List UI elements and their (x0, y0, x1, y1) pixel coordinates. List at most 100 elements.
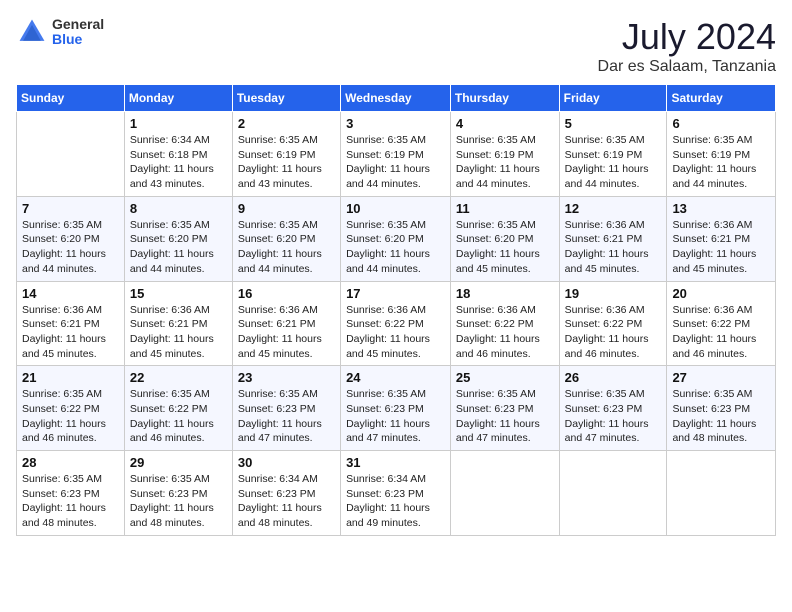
day-info: Sunrise: 6:35 AM Sunset: 6:20 PM Dayligh… (238, 218, 335, 277)
calendar-cell: 27Sunrise: 6:35 AM Sunset: 6:23 PM Dayli… (667, 366, 776, 451)
day-info: Sunrise: 6:35 AM Sunset: 6:20 PM Dayligh… (130, 218, 227, 277)
calendar-week-row: 7 Sunrise: 6:35 AM Sunset: 6:20 PM Daylig… (17, 196, 776, 281)
day-number: 7 (22, 201, 119, 216)
logo-text: General Blue (52, 17, 104, 48)
day-number: 3 (346, 116, 445, 131)
calendar-cell: 3 Sunrise: 6:35 AM Sunset: 6:19 PM Daylig… (341, 112, 451, 197)
calendar-table: SundayMondayTuesdayWednesdayThursdayFrid… (16, 84, 776, 536)
calendar-cell: 8Sunrise: 6:35 AM Sunset: 6:20 PM Daylig… (124, 196, 232, 281)
day-info: Sunrise: 6:36 AM Sunset: 6:21 PM Dayligh… (130, 303, 227, 362)
calendar-cell: 23Sunrise: 6:35 AM Sunset: 6:23 PM Dayli… (232, 366, 340, 451)
calendar-cell: 18 Sunrise: 6:36 AM Sunset: 6:22 PM Dayli… (450, 281, 559, 366)
day-info: Sunrise: 6:35 AM Sunset: 6:19 PM Dayligh… (346, 133, 445, 192)
month-title: July 2024 (598, 16, 776, 58)
day-number: 6 (672, 116, 770, 131)
day-info: Sunrise: 6:35 AM Sunset: 6:22 PM Dayligh… (22, 387, 119, 446)
weekday-header: Friday (559, 85, 667, 112)
calendar-cell: 11Sunrise: 6:35 AM Sunset: 6:20 PM Dayli… (450, 196, 559, 281)
day-number: 1 (130, 116, 227, 131)
calendar-cell: 13 Sunrise: 6:36 AM Sunset: 6:21 PM Dayli… (667, 196, 776, 281)
day-number: 28 (22, 455, 119, 470)
calendar-cell: 7 Sunrise: 6:35 AM Sunset: 6:20 PM Daylig… (17, 196, 125, 281)
day-info: Sunrise: 6:35 AM Sunset: 6:19 PM Dayligh… (672, 133, 770, 192)
weekday-header: Sunday (17, 85, 125, 112)
weekday-header: Thursday (450, 85, 559, 112)
day-number: 20 (672, 286, 770, 301)
day-info: Sunrise: 6:35 AM Sunset: 6:22 PM Dayligh… (130, 387, 227, 446)
calendar-cell (559, 451, 667, 536)
weekday-header: Saturday (667, 85, 776, 112)
calendar-cell: 4 Sunrise: 6:35 AM Sunset: 6:19 PM Daylig… (450, 112, 559, 197)
calendar-week-row: 14 Sunrise: 6:36 AM Sunset: 6:21 PM Dayli… (17, 281, 776, 366)
calendar-cell: 14 Sunrise: 6:36 AM Sunset: 6:21 PM Dayli… (17, 281, 125, 366)
calendar-week-row: 28 Sunrise: 6:35 AM Sunset: 6:23 PM Dayli… (17, 451, 776, 536)
day-number: 4 (456, 116, 554, 131)
calendar-week-row: 1Sunrise: 6:34 AM Sunset: 6:18 PM Daylig… (17, 112, 776, 197)
day-info: Sunrise: 6:35 AM Sunset: 6:23 PM Dayligh… (672, 387, 770, 446)
logo-general: General (52, 17, 104, 32)
day-info: Sunrise: 6:36 AM Sunset: 6:21 PM Dayligh… (672, 218, 770, 277)
weekday-header: Monday (124, 85, 232, 112)
day-info: Sunrise: 6:35 AM Sunset: 6:19 PM Dayligh… (456, 133, 554, 192)
day-number: 17 (346, 286, 445, 301)
day-info: Sunrise: 6:36 AM Sunset: 6:21 PM Dayligh… (22, 303, 119, 362)
calendar-header-row: SundayMondayTuesdayWednesdayThursdayFrid… (17, 85, 776, 112)
day-number: 23 (238, 370, 335, 385)
day-info: Sunrise: 6:35 AM Sunset: 6:23 PM Dayligh… (456, 387, 554, 446)
logo: General Blue (16, 16, 104, 48)
day-number: 14 (22, 286, 119, 301)
day-info: Sunrise: 6:35 AM Sunset: 6:23 PM Dayligh… (22, 472, 119, 531)
day-info: Sunrise: 6:35 AM Sunset: 6:20 PM Dayligh… (22, 218, 119, 277)
calendar-cell: 30Sunrise: 6:34 AM Sunset: 6:23 PM Dayli… (232, 451, 340, 536)
calendar-cell: 12 Sunrise: 6:36 AM Sunset: 6:21 PM Dayli… (559, 196, 667, 281)
day-info: Sunrise: 6:36 AM Sunset: 6:22 PM Dayligh… (672, 303, 770, 362)
calendar-cell: 19Sunrise: 6:36 AM Sunset: 6:22 PM Dayli… (559, 281, 667, 366)
calendar-cell: 25 Sunrise: 6:35 AM Sunset: 6:23 PM Dayli… (450, 366, 559, 451)
day-info: Sunrise: 6:35 AM Sunset: 6:19 PM Dayligh… (565, 133, 662, 192)
calendar-cell: 9 Sunrise: 6:35 AM Sunset: 6:20 PM Daylig… (232, 196, 340, 281)
calendar-cell: 10Sunrise: 6:35 AM Sunset: 6:20 PM Dayli… (341, 196, 451, 281)
day-info: Sunrise: 6:36 AM Sunset: 6:22 PM Dayligh… (565, 303, 662, 362)
day-number: 18 (456, 286, 554, 301)
day-number: 24 (346, 370, 445, 385)
day-number: 2 (238, 116, 335, 131)
calendar-cell: 21 Sunrise: 6:35 AM Sunset: 6:22 PM Dayli… (17, 366, 125, 451)
day-number: 16 (238, 286, 335, 301)
day-number: 25 (456, 370, 554, 385)
day-info: Sunrise: 6:35 AM Sunset: 6:20 PM Dayligh… (456, 218, 554, 277)
calendar-cell: 6 Sunrise: 6:35 AM Sunset: 6:19 PM Daylig… (667, 112, 776, 197)
calendar-cell (17, 112, 125, 197)
day-number: 9 (238, 201, 335, 216)
logo-blue: Blue (52, 32, 104, 47)
calendar-cell (450, 451, 559, 536)
calendar-cell: 1Sunrise: 6:34 AM Sunset: 6:18 PM Daylig… (124, 112, 232, 197)
day-info: Sunrise: 6:36 AM Sunset: 6:22 PM Dayligh… (346, 303, 445, 362)
day-number: 21 (22, 370, 119, 385)
location: Dar es Salaam, Tanzania (598, 58, 776, 76)
calendar-week-row: 21 Sunrise: 6:35 AM Sunset: 6:22 PM Dayli… (17, 366, 776, 451)
calendar-cell: 17 Sunrise: 6:36 AM Sunset: 6:22 PM Dayli… (341, 281, 451, 366)
day-number: 15 (130, 286, 227, 301)
day-info: Sunrise: 6:36 AM Sunset: 6:22 PM Dayligh… (456, 303, 554, 362)
page-header: General Blue July 2024 Dar es Salaam, Ta… (16, 16, 776, 76)
day-number: 12 (565, 201, 662, 216)
day-info: Sunrise: 6:36 AM Sunset: 6:21 PM Dayligh… (565, 218, 662, 277)
calendar-cell: 31Sunrise: 6:34 AM Sunset: 6:23 PM Dayli… (341, 451, 451, 536)
day-number: 26 (565, 370, 662, 385)
day-info: Sunrise: 6:35 AM Sunset: 6:19 PM Dayligh… (238, 133, 335, 192)
day-info: Sunrise: 6:35 AM Sunset: 6:20 PM Dayligh… (346, 218, 445, 277)
calendar-cell: 22 Sunrise: 6:35 AM Sunset: 6:22 PM Dayli… (124, 366, 232, 451)
calendar-cell: 28 Sunrise: 6:35 AM Sunset: 6:23 PM Dayli… (17, 451, 125, 536)
day-info: Sunrise: 6:35 AM Sunset: 6:23 PM Dayligh… (130, 472, 227, 531)
day-number: 5 (565, 116, 662, 131)
day-info: Sunrise: 6:35 AM Sunset: 6:23 PM Dayligh… (565, 387, 662, 446)
calendar-cell: 5 Sunrise: 6:35 AM Sunset: 6:19 PM Daylig… (559, 112, 667, 197)
day-number: 22 (130, 370, 227, 385)
calendar-cell: 2 Sunrise: 6:35 AM Sunset: 6:19 PM Daylig… (232, 112, 340, 197)
calendar-cell: 16Sunrise: 6:36 AM Sunset: 6:21 PM Dayli… (232, 281, 340, 366)
day-number: 31 (346, 455, 445, 470)
calendar-cell: 15 Sunrise: 6:36 AM Sunset: 6:21 PM Dayli… (124, 281, 232, 366)
calendar-cell: 29Sunrise: 6:35 AM Sunset: 6:23 PM Dayli… (124, 451, 232, 536)
day-number: 13 (672, 201, 770, 216)
title-block: July 2024 Dar es Salaam, Tanzania (598, 16, 776, 76)
